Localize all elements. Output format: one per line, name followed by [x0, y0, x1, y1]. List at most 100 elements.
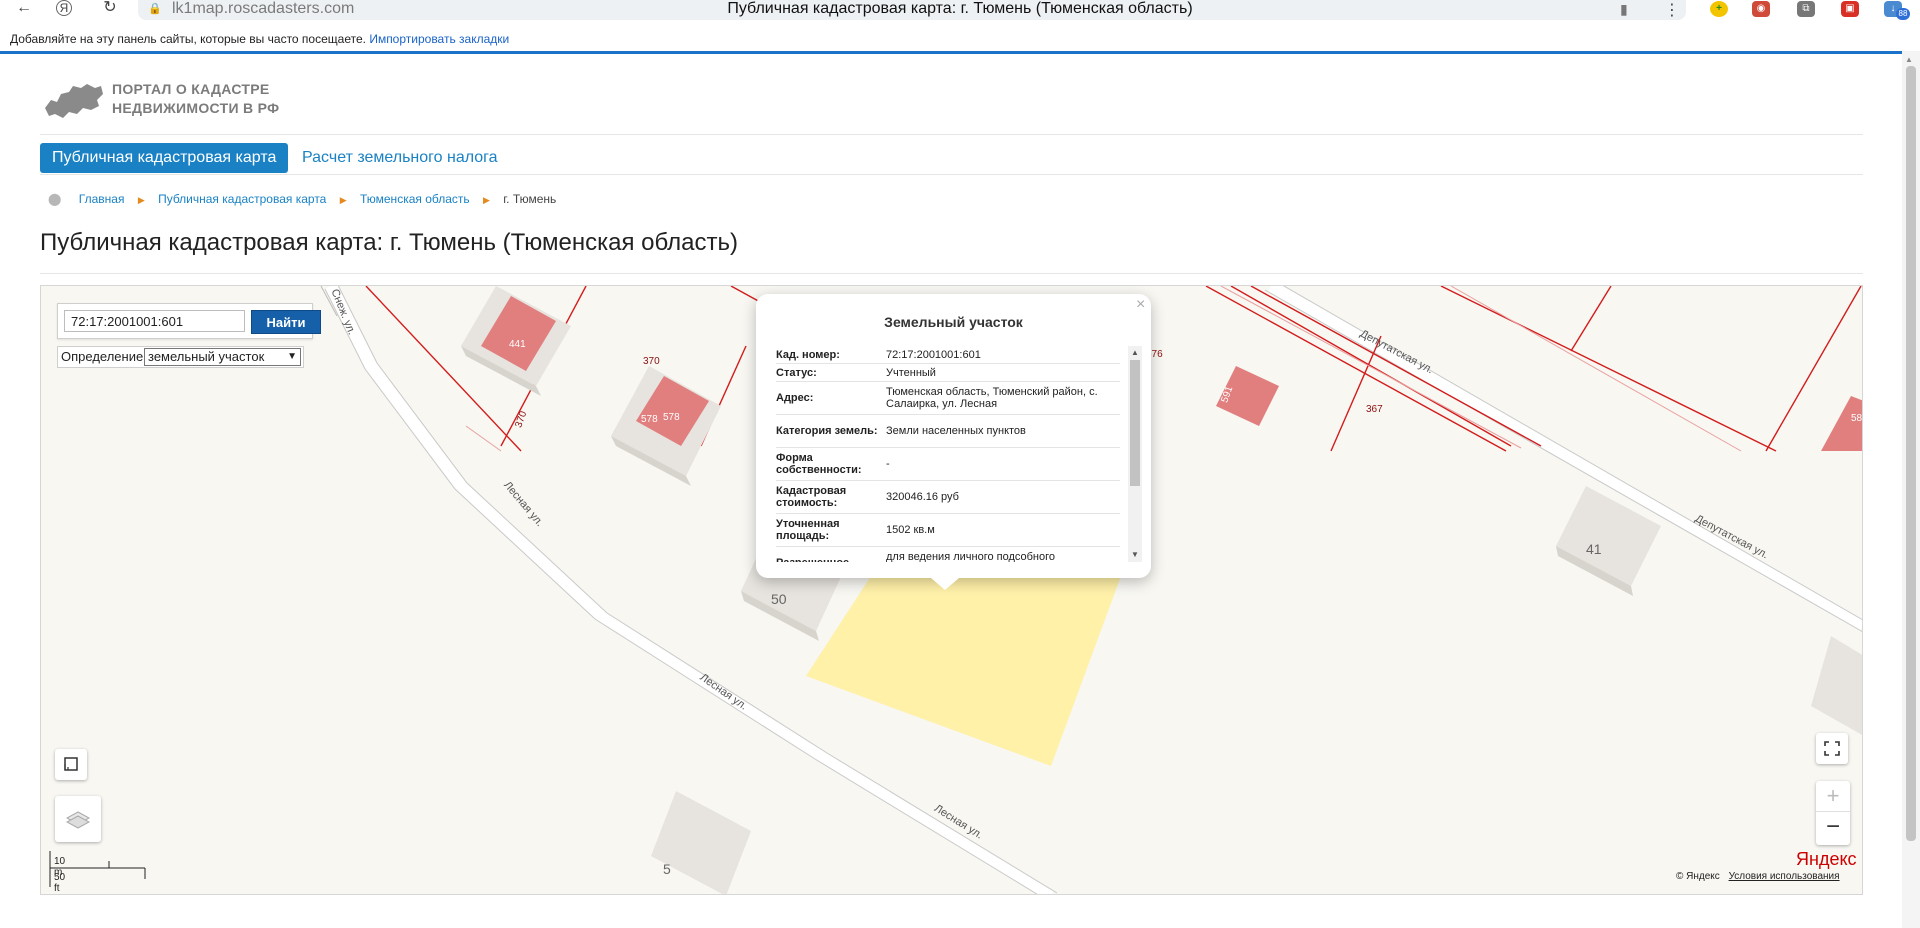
breadcrumb-region[interactable]: Тюменская область: [360, 192, 470, 206]
fullscreen-button[interactable]: [1816, 733, 1848, 764]
parcel-number: 367: [1366, 404, 1383, 415]
header-divider: [40, 134, 1863, 135]
extension-icon-1[interactable]: +: [1710, 1, 1728, 17]
yandex-logo[interactable]: Яндекс: [1796, 849, 1857, 870]
parcel-info-popup: × Земельный участок Кад. номер: 72:17:200…: [756, 294, 1151, 578]
attr-value: Земли населенных пунктов: [886, 425, 1026, 437]
import-bookmarks-link[interactable]: Импортировать закладки: [369, 32, 509, 46]
terms-link[interactable]: Условия использования: [1729, 871, 1840, 882]
logo-line-1: ПОРТАЛ О КАДАСТРЕ: [112, 81, 270, 97]
attr-key: Разрешенное: [776, 547, 886, 562]
bookmark-icon[interactable]: ▮: [1620, 1, 1628, 18]
attr-value: 320046.16 руб: [886, 491, 959, 503]
map-attribution: © Яндекс Условия использования: [1676, 871, 1840, 882]
building-number: 50: [771, 591, 787, 607]
table-row: Уточненная площадь: 1502 кв.м: [776, 514, 1120, 547]
parcel-number: 441: [509, 339, 526, 350]
zoom-control: + −: [1816, 781, 1850, 845]
parcel-attributes-table: Кад. номер: 72:17:2001001:601 Статус: Учте…: [776, 346, 1120, 562]
reload-icon[interactable]: ↻: [98, 0, 122, 18]
popup-pointer: [931, 578, 959, 590]
chevron-down-icon: ▼: [287, 351, 297, 362]
attr-key: Кад. номер:: [776, 348, 840, 361]
title-divider: [40, 273, 1863, 274]
breadcrumb-separator-icon: ▶: [482, 195, 490, 205]
extension-badge: 88: [1896, 8, 1910, 20]
find-button[interactable]: Найти: [251, 310, 321, 334]
breadcrumb: ⬤ Главная ▶ Публичная кадастровая карта …: [48, 191, 556, 208]
yandex-icon[interactable]: Я: [56, 0, 72, 16]
site-logo-text[interactable]: ПОРТАЛ О КАДАСТРЕ НЕДВИЖИМОСТИ В РФ: [112, 80, 279, 118]
page-title: Публичная кадастровая карта: г. Тюмень (…: [40, 229, 738, 256]
table-row: Адрес: Тюменская область, Тюменский район…: [776, 382, 1120, 415]
bookmarks-hint: Добавляйте на эту панель сайты, которые …: [10, 32, 366, 46]
map-search-panel: Найти: [57, 303, 321, 339]
breadcrumb-home[interactable]: Главная: [79, 192, 125, 206]
zoom-out-button[interactable]: −: [1816, 813, 1850, 844]
table-row: Кадастровая стоимость: 320046.16 руб: [776, 481, 1120, 514]
cadastral-map[interactable]: Лесная ул. Лесная ул. Лесная ул. Депутат…: [40, 285, 1863, 895]
popup-title: Земельный участок: [884, 314, 1023, 330]
parcel-number: 370: [643, 356, 660, 367]
definition-panel: Определение: земельный участок ▼: [57, 346, 304, 368]
extension-icon-4[interactable]: ▣: [1841, 1, 1859, 17]
scale-imperial: 50 ft: [54, 872, 66, 894]
attr-key: Статус:: [776, 366, 817, 379]
ruler-icon: [64, 757, 78, 771]
building-number: 5: [663, 861, 671, 877]
table-row: Кад. номер: 72:17:2001001:601: [776, 346, 1120, 364]
attr-key: Уточненная площадь:: [776, 518, 840, 542]
nav-land-tax-link[interactable]: Расчет земельного налога: [302, 143, 498, 173]
attr-key: Форма собственности:: [776, 452, 862, 476]
location-pin-icon: ⬤: [48, 192, 62, 206]
cadastral-number-input[interactable]: [64, 310, 245, 332]
attr-key: Адрес:: [776, 392, 814, 404]
copyright-text: © Яндекс: [1676, 871, 1720, 882]
extension-icon-3[interactable]: ⧉: [1797, 1, 1815, 17]
attr-value: 72:17:2001001:601: [886, 348, 981, 361]
extension-icon-2[interactable]: ◉: [1752, 1, 1770, 17]
ruler-button[interactable]: [55, 749, 87, 780]
nav-divider: [40, 174, 1863, 175]
lock-icon: 🔒: [148, 3, 162, 15]
table-row: Разрешенноедля ведения личного подсобног…: [776, 547, 1120, 562]
address-bar[interactable]: [138, 0, 1686, 20]
parcel-number: 58: [1851, 413, 1863, 424]
bookmarks-bar: Добавляйте на эту панель сайты, которые …: [0, 30, 1920, 52]
attr-key: Категория земель:: [776, 425, 878, 437]
zoom-in-button[interactable]: +: [1816, 781, 1850, 812]
url-text[interactable]: lk1map.roscadasters.com: [172, 0, 354, 18]
table-row: Статус: Учтенный: [776, 364, 1120, 382]
logo-line-2: НЕДВИЖИМОСТИ В РФ: [112, 100, 280, 116]
table-row: Форма собственности: -: [776, 448, 1120, 481]
breadcrumb-current: г. Тюмень: [503, 192, 557, 206]
parcel-number: 578: [663, 412, 680, 423]
back-icon[interactable]: ←: [12, 0, 36, 18]
attr-value: для ведения личного подсобного: [886, 551, 1056, 562]
scroll-up-icon[interactable]: ▲: [1905, 55, 1913, 64]
parcel-number: 578: [641, 414, 658, 425]
attr-value: Тюменская область, Тюменский район, с. С…: [886, 386, 1098, 410]
menu-icon[interactable]: ⋮: [1664, 0, 1680, 20]
attr-value: Учтенный: [886, 366, 936, 379]
scroll-up-icon[interactable]: ▲: [1131, 348, 1139, 357]
scroll-down-icon[interactable]: ▼: [1131, 550, 1139, 559]
breadcrumb-separator-icon: ▶: [137, 195, 145, 205]
russia-map-logo-icon[interactable]: [43, 80, 105, 120]
attr-value: 1502 кв.м: [886, 524, 935, 536]
attr-key: Кадастровая стоимость:: [776, 485, 847, 509]
fullscreen-icon: [1824, 741, 1840, 756]
breadcrumb-separator-icon: ▶: [339, 195, 347, 205]
close-icon[interactable]: ×: [1136, 296, 1145, 314]
layers-button[interactable]: [55, 796, 101, 842]
building-number: 41: [1586, 541, 1602, 557]
breadcrumb-public-map[interactable]: Публичная кадастровая карта: [158, 192, 326, 206]
page-top-border: [0, 51, 1902, 54]
definition-selected: земельный участок: [148, 349, 265, 364]
attr-value: -: [886, 458, 890, 470]
table-row: Категория земель: Земли населенных пункто…: [776, 415, 1120, 448]
popup-scroll-thumb[interactable]: [1130, 360, 1140, 486]
nav-public-map-tab[interactable]: Публичная кадастровая карта: [40, 143, 289, 173]
page-scroll-thumb[interactable]: [1906, 66, 1916, 841]
definition-select[interactable]: земельный участок ▼: [144, 348, 301, 366]
